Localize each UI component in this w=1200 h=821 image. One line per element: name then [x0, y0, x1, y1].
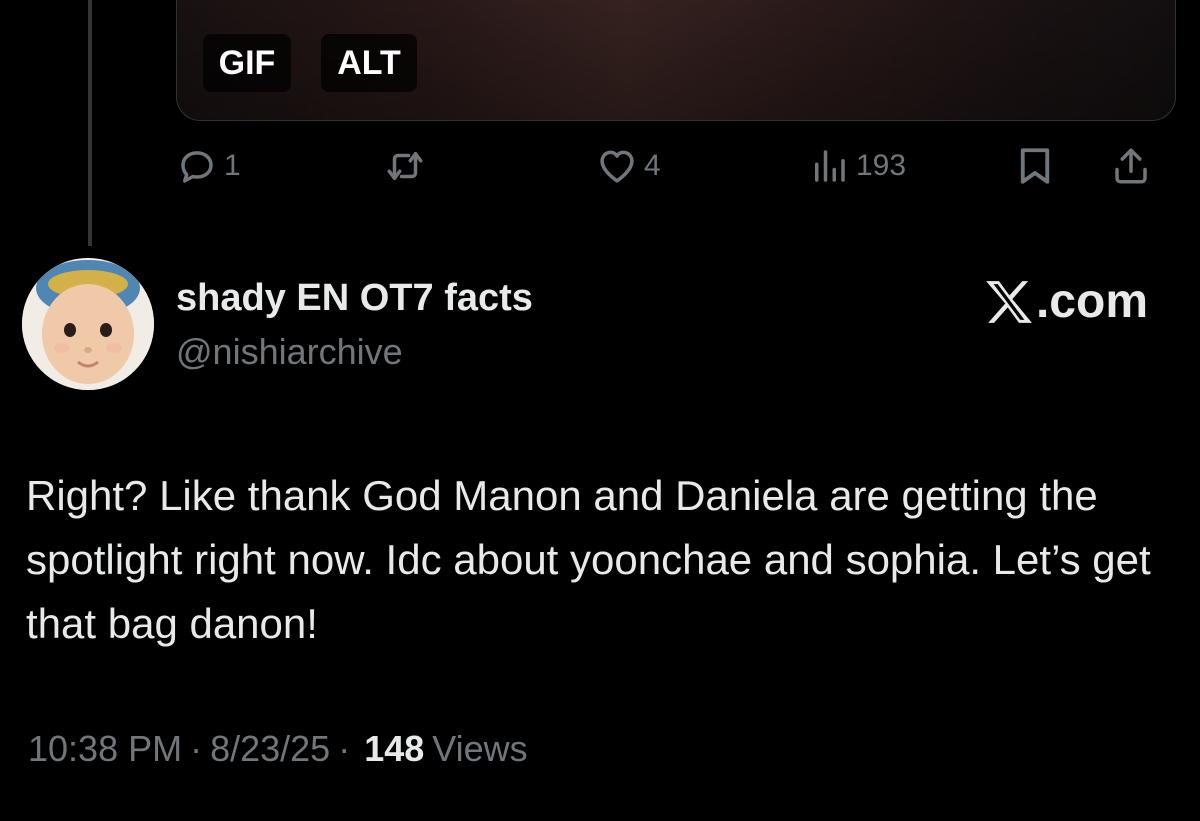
bookmark-icon: [1020, 148, 1050, 184]
tweet-actions-bar: 1 4 193: [176, 140, 1174, 192]
avatar-image: [22, 258, 154, 390]
heart-icon: [600, 150, 634, 183]
reply-button[interactable]: 1: [176, 140, 241, 192]
like-button[interactable]: 4: [596, 140, 661, 192]
views-bar-chart-icon: [815, 150, 845, 182]
views-button[interactable]: 193: [808, 140, 906, 192]
gif-badge: GIF: [203, 34, 291, 92]
x-com-brand: .com: [984, 274, 1148, 329]
brand-domain: .com: [1035, 275, 1148, 328]
like-count: 4: [644, 149, 661, 182]
tweet-text: Right? Like thank God Manon and Daniela …: [26, 472, 1151, 647]
reply-count: 1: [224, 149, 241, 182]
author-handle[interactable]: @nishiarchive: [176, 330, 533, 374]
author-avatar[interactable]: [22, 258, 154, 390]
views-count: 193: [856, 149, 907, 182]
bookmark-button[interactable]: [1014, 140, 1056, 192]
share-icon: [1115, 148, 1147, 184]
meta-separator: ·: [338, 728, 351, 769]
alt-button[interactable]: ALT: [321, 34, 417, 92]
x-logo-icon: [986, 280, 1032, 323]
tweet-time[interactable]: 10:38 PM: [28, 728, 182, 770]
meta-separator: ·: [190, 728, 203, 769]
share-button[interactable]: [1110, 140, 1152, 192]
views-total: 148: [364, 728, 425, 769]
views-label: Views: [432, 728, 528, 769]
gif-media[interactable]: GIF ALT: [176, 0, 1176, 121]
tweet-date[interactable]: 8/23/25: [210, 728, 330, 770]
retweet-button[interactable]: [384, 140, 432, 192]
tweet-author-header: shady EN OT7 facts @nishiarchive: [176, 276, 533, 374]
tweet-meta: 10:38 PM · 8/23/25 · 148 Views: [28, 728, 528, 770]
thread-connector-line: [88, 0, 92, 246]
retweet-icon: [387, 152, 423, 180]
reply-icon: [181, 151, 213, 183]
author-name[interactable]: shady EN OT7 facts: [176, 276, 533, 320]
